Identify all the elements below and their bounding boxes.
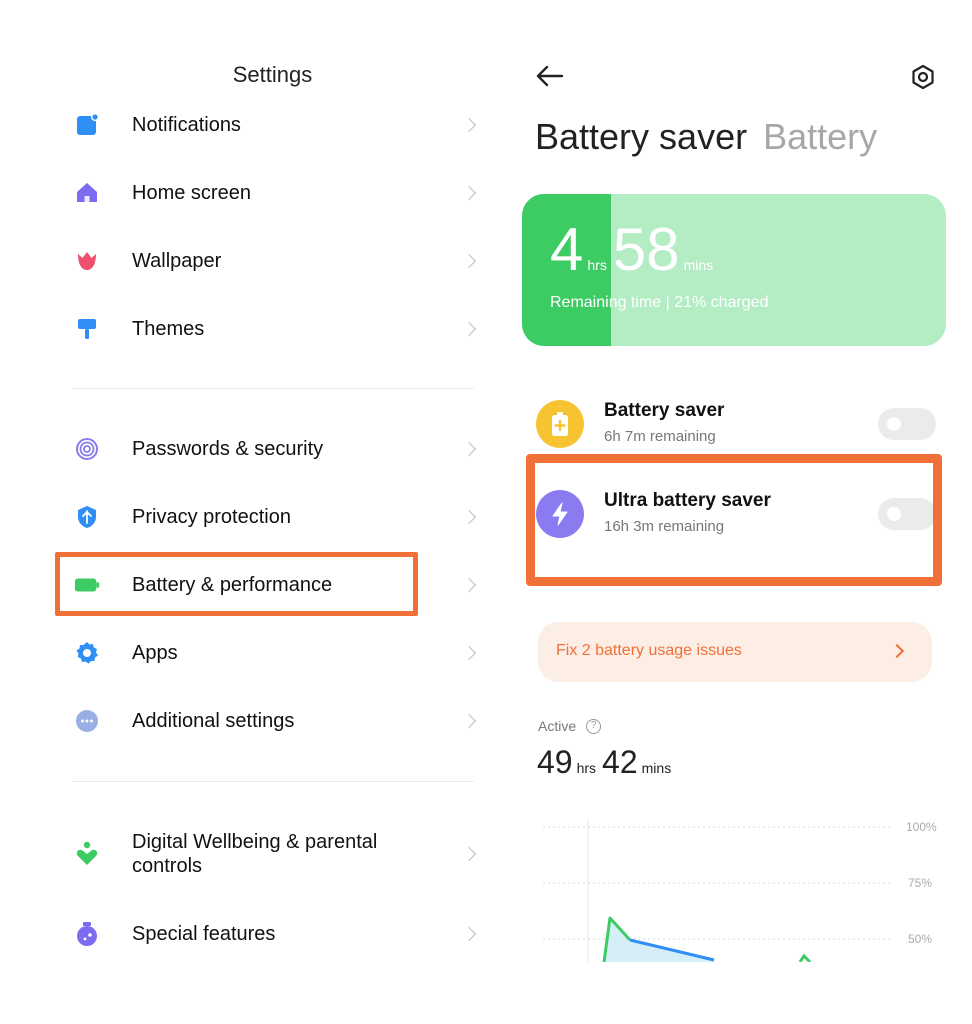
remaining-minutes: 58 (612, 216, 680, 283)
chevron-right-icon (461, 645, 477, 661)
tab-battery-saver[interactable]: Battery saver (535, 116, 747, 157)
chevron-right-icon (889, 643, 905, 659)
back-arrow-icon[interactable] (536, 64, 564, 88)
settings-item-label: Home screen (132, 182, 251, 204)
active-minutes: 42 (602, 744, 638, 780)
tab-header: Battery saver Battery (535, 116, 877, 158)
heart-person-icon (74, 841, 100, 867)
remaining-hours: 4 (550, 216, 584, 283)
remaining-time-card: 4 hrs 58 mins Remaining time | 21% charged (522, 194, 946, 346)
settings-item-home-screen[interactable]: Home screen (70, 165, 480, 221)
settings-item-label: Special features (132, 923, 276, 945)
remaining-caption: Remaining time | 21% charged (550, 294, 769, 311)
paint-roller-icon (74, 316, 100, 342)
active-time: 49 hrs 42 mins (537, 744, 677, 781)
tab-battery[interactable]: Battery (763, 116, 877, 157)
tulip-icon (74, 248, 100, 274)
more-dots-icon (74, 708, 100, 734)
settings-item-label: Notifications (132, 114, 241, 136)
settings-item-apps[interactable]: Apps (70, 625, 480, 681)
settings-item-label: Wallpaper (132, 250, 222, 272)
highlight-box-battery-performance (55, 552, 418, 616)
fingerprint-icon (74, 436, 100, 462)
chevron-right-icon (461, 509, 477, 525)
settings-pane: Settings Notifications Home screen Wallpap… (0, 0, 500, 1024)
chevron-right-icon (461, 117, 477, 133)
chevron-right-icon (461, 713, 477, 729)
remaining-time: 4 hrs 58 mins (550, 220, 719, 280)
help-icon[interactable]: ? (586, 718, 602, 734)
active-label: Active? (538, 718, 602, 734)
toggle-knob (887, 417, 901, 431)
remaining-hours-unit: hrs (587, 257, 607, 273)
settings-item-digital-wellbeing[interactable]: Digital Wellbeing & parental controls (70, 826, 480, 882)
settings-item-label: Apps (132, 642, 178, 664)
chevron-right-icon (461, 926, 477, 942)
mode-title: Battery saver (604, 400, 725, 421)
section-divider (72, 781, 474, 782)
shield-icon (74, 504, 100, 530)
battery-saver-toggle[interactable] (878, 408, 936, 440)
chevron-right-icon (461, 321, 477, 337)
settings-item-notifications[interactable]: Notifications (70, 97, 480, 153)
settings-item-label: Themes (132, 318, 205, 340)
highlight-box-ultra-battery-saver (526, 454, 942, 586)
chart-y-tick: 75% (908, 876, 932, 890)
chevron-right-icon (461, 577, 477, 593)
settings-item-wallpaper[interactable]: Wallpaper (70, 233, 480, 289)
settings-item-themes[interactable]: Themes (70, 301, 480, 357)
section-divider (72, 388, 474, 389)
mode-battery-saver[interactable]: Battery saver 6h 7m remaining (536, 398, 936, 458)
fix-issues-banner[interactable]: Fix 2 battery usage issues (538, 622, 932, 682)
chart-line-charging (798, 953, 812, 962)
settings-item-privacy-protection[interactable]: Privacy protection (70, 489, 480, 545)
battery-level-chart: 100% 75% 50% (543, 820, 937, 962)
chevron-right-icon (461, 253, 477, 269)
gear-icon (74, 640, 100, 666)
settings-item-passwords-security[interactable]: Passwords & security (70, 421, 480, 477)
chevron-right-icon (461, 441, 477, 457)
chevron-right-icon (461, 846, 477, 862)
potion-icon (74, 921, 100, 947)
mode-subtitle: 6h 7m remaining (604, 428, 716, 445)
remaining-minutes-unit: mins (683, 257, 714, 273)
settings-item-special-features[interactable]: Special features (70, 906, 480, 962)
active-hours: 49 (537, 744, 573, 780)
active-label-text: Active (538, 718, 577, 734)
settings-item-label: Privacy protection (132, 506, 291, 528)
active-minutes-unit: mins (641, 760, 672, 776)
settings-item-label: Passwords & security (132, 438, 324, 460)
chevron-right-icon (461, 185, 477, 201)
settings-hex-icon[interactable] (910, 64, 936, 90)
settings-item-label: Additional settings (132, 710, 295, 732)
battery-plus-icon (536, 400, 584, 448)
page-title: Settings (232, 62, 313, 87)
active-hours-unit: hrs (576, 760, 597, 776)
settings-item-additional-settings[interactable]: Additional settings (70, 693, 480, 749)
chart-y-tick: 50% (908, 932, 932, 946)
fix-issues-text: Fix 2 battery usage issues (556, 642, 742, 659)
settings-item-label: Digital Wellbeing & parental controls (132, 831, 378, 877)
notifications-icon (74, 112, 100, 138)
home-icon (74, 180, 100, 206)
chart-y-tick: 100% (906, 820, 937, 834)
